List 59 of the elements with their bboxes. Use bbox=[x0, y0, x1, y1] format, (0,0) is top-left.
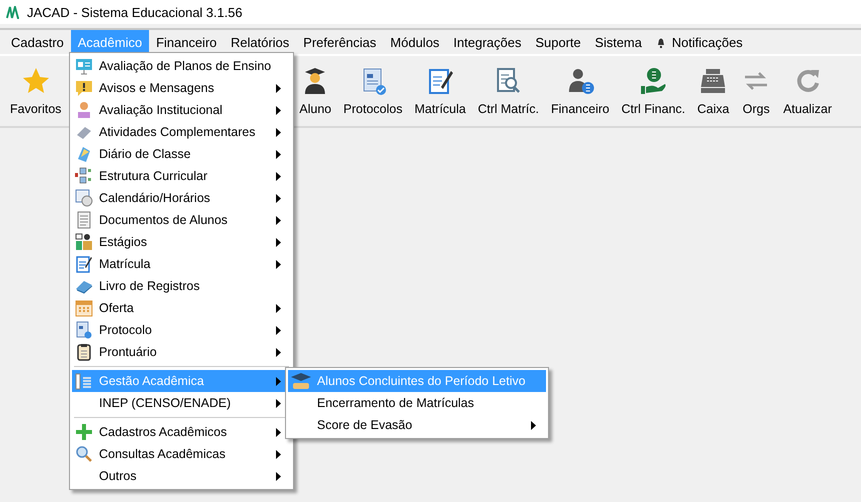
menu-item[interactable]: Outros bbox=[72, 465, 291, 487]
plus-icon bbox=[75, 423, 93, 441]
graduation-cap-icon bbox=[290, 372, 312, 390]
menu-item[interactable]: Documentos de Alunos bbox=[72, 209, 291, 231]
menu-item[interactable]: Cadastro bbox=[4, 30, 71, 54]
toolbar-button[interactable]: Orgs bbox=[735, 56, 778, 126]
menu-item[interactable]: Preferências bbox=[296, 30, 384, 54]
person-icon bbox=[75, 101, 93, 119]
toolbar-button[interactable]: Caixa bbox=[691, 56, 736, 126]
menu-item[interactable]: INEP (CENSO/ENADE) bbox=[72, 392, 291, 414]
menu-item[interactable]: Encerramento de Matrículas bbox=[288, 392, 546, 414]
menu-item[interactable]: Livro de Registros bbox=[72, 275, 291, 297]
folder-icon bbox=[75, 145, 93, 163]
menu-item[interactable]: Módulos bbox=[383, 30, 446, 54]
menu-item[interactable]: Cadastros Acadêmicos bbox=[72, 421, 291, 443]
menu-item[interactable]: Matrícula bbox=[72, 253, 291, 275]
logo-icon bbox=[6, 6, 20, 18]
menu-item[interactable]: Integrações bbox=[446, 30, 528, 54]
star-icon bbox=[20, 66, 51, 96]
tree-diagram-icon bbox=[75, 167, 93, 185]
menu-item[interactable]: Suporte bbox=[528, 30, 588, 54]
search-icon bbox=[75, 445, 93, 463]
toolbar-button[interactable]: Aluno bbox=[293, 56, 338, 126]
toolbar-button[interactable]: Protocolos bbox=[337, 56, 408, 126]
window-title: JACAD - Sistema Educacional 3.1.56 bbox=[27, 4, 242, 20]
document-icon bbox=[75, 211, 93, 229]
menu-item[interactable]: Relatórios bbox=[224, 30, 296, 54]
worker-desk-icon bbox=[75, 233, 93, 251]
menu-item[interactable]: Score de Evasão bbox=[288, 414, 546, 436]
menu-item[interactable]: Diário de Classe bbox=[72, 143, 291, 165]
menu-item[interactable]: Estrutura Curricular bbox=[72, 165, 291, 187]
menu-item[interactable]: Atividades Complementares bbox=[72, 121, 291, 143]
clipboard-icon bbox=[75, 343, 93, 361]
toolbar-button[interactable]: Ctrl Matríc. bbox=[472, 56, 545, 126]
menu-item[interactable]: Avaliação de Planos de Ensino bbox=[72, 55, 291, 77]
toolbar-button[interactable]: Financeiro bbox=[544, 56, 616, 126]
menu-item[interactable]: Prontuário bbox=[72, 341, 291, 363]
pen-document-icon bbox=[75, 255, 93, 273]
menu-item[interactable]: Avisos e Mensagens bbox=[72, 77, 291, 99]
toolbar-button[interactable]: Atualizar bbox=[777, 56, 838, 126]
menu-item[interactable]: Consultas Acadêmicas bbox=[72, 443, 291, 465]
menu-item[interactable]: Oferta bbox=[72, 297, 291, 319]
menu-item[interactable]: Estágios bbox=[72, 231, 291, 253]
document-check-icon bbox=[75, 321, 93, 339]
warning-bubble-icon bbox=[75, 79, 93, 97]
toolbar-button[interactable]: Favoritos bbox=[4, 56, 68, 126]
menu-item[interactable]: Notificações bbox=[648, 30, 750, 54]
hand-dollar-icon bbox=[638, 66, 668, 96]
presentation-board-icon bbox=[75, 57, 93, 75]
calendar-icon bbox=[75, 299, 93, 317]
bell-icon bbox=[656, 36, 666, 48]
menu-item[interactable]: Calendário/Horários bbox=[72, 187, 291, 209]
toolbar-button[interactable]: Ctrl Financ. bbox=[615, 56, 692, 126]
calendar-clock-icon bbox=[75, 189, 93, 207]
toolbar-button[interactable]: Matrícula bbox=[408, 56, 472, 126]
menu-item[interactable]: Avaliação Institucional bbox=[72, 99, 291, 121]
menu-item[interactable]: Financeiro bbox=[149, 30, 224, 54]
menu-item[interactable]: Protocolo bbox=[72, 319, 291, 341]
menu-item[interactable]: Sistema bbox=[588, 30, 649, 54]
